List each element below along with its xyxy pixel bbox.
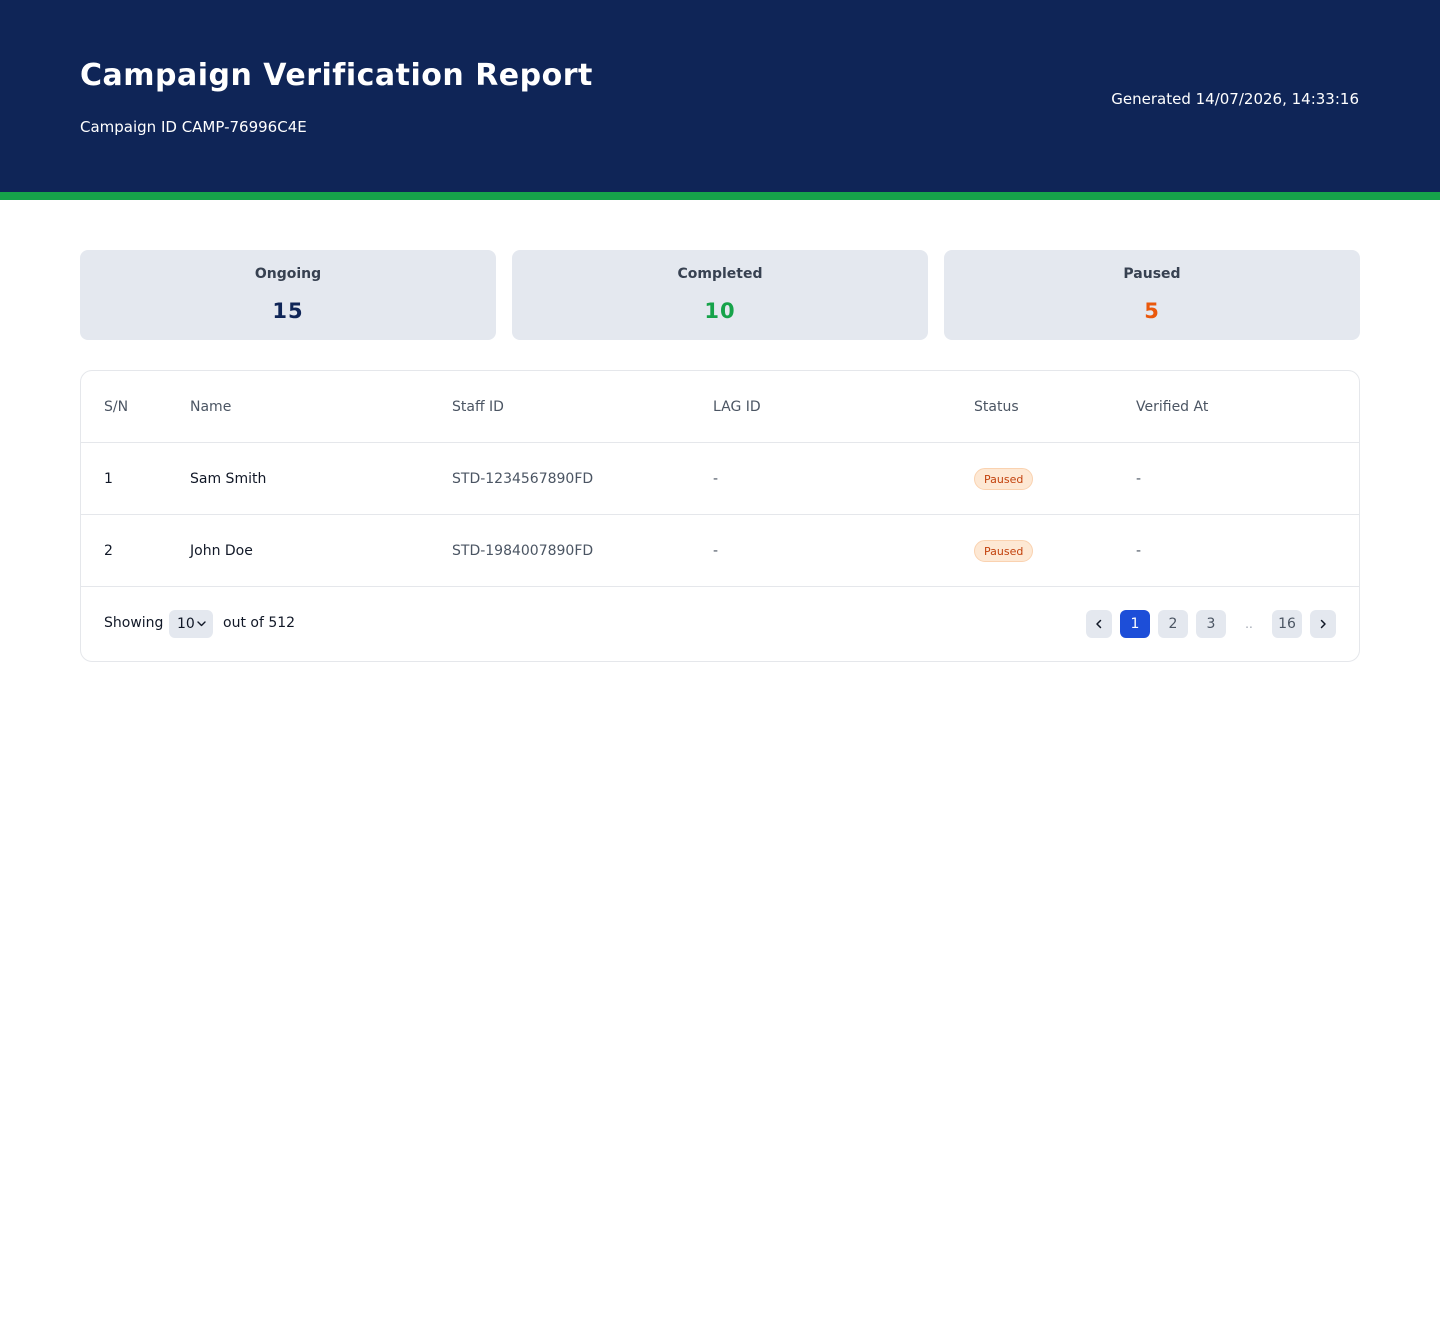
page-button-1[interactable]: 1 [1120, 610, 1150, 638]
page-title: Campaign Verification Report [80, 58, 593, 93]
row-sn: 1 [104, 471, 113, 487]
campaign-id: Campaign ID CAMP-76996C4E [80, 118, 307, 136]
row-status: Paused [974, 515, 1034, 587]
status-badge: Paused [974, 540, 1034, 562]
report-header: Campaign Verification Report Campaign ID… [0, 0, 1440, 192]
stat-value-completed: 10 [704, 299, 736, 323]
generated-timestamp: Generated 14/07/2026, 14:33:16 [1111, 90, 1359, 108]
chevron-right-icon [1319, 619, 1327, 642]
stat-label-completed: Completed [677, 266, 763, 282]
row-status: Paused [974, 443, 1034, 515]
row-sn: 2 [104, 543, 113, 559]
row-lag-id: - [713, 543, 719, 559]
row-verified-at: - [1136, 543, 1142, 559]
page-button-2[interactable]: 2 [1158, 610, 1188, 638]
column-header-sn[interactable]: S/N [104, 371, 128, 443]
status-badge: Paused [974, 468, 1034, 490]
chevron-left-icon [1095, 619, 1103, 642]
next-page-button[interactable] [1310, 610, 1336, 638]
stat-card-completed: Completed 10 [512, 250, 928, 340]
table-header-row: S/N Name Staff ID LAG ID Status Verified… [81, 371, 1359, 443]
verification-table: S/N Name Staff ID LAG ID Status Verified… [80, 370, 1360, 662]
pagination-bar: Showing 10 out of 512 1 2 3 .. 16 [81, 587, 1359, 661]
chevron-down-icon [197, 610, 206, 650]
page-button-3[interactable]: 3 [1196, 610, 1226, 638]
column-header-verified-at[interactable]: Verified At [1136, 371, 1208, 443]
stat-label-paused: Paused [1123, 266, 1181, 282]
column-header-staff-id[interactable]: Staff ID [452, 371, 504, 443]
stat-label-ongoing: Ongoing [254, 266, 322, 282]
page-button-16[interactable]: 16 [1272, 610, 1302, 638]
prev-page-button[interactable] [1086, 610, 1112, 638]
row-name: John Doe [190, 543, 253, 559]
row-staff-id: STD-1234567890FD [452, 471, 594, 487]
stat-value-ongoing: 15 [272, 299, 304, 323]
row-lag-id: - [713, 471, 719, 487]
stat-value-paused: 5 [1144, 299, 1160, 323]
column-header-name[interactable]: Name [190, 371, 231, 443]
stat-card-paused: Paused 5 [944, 250, 1360, 340]
table-row[interactable]: 2 John Doe STD-1984007890FD - Paused - [81, 515, 1359, 587]
pagination-ellipsis: .. [1245, 617, 1253, 631]
showing-label: Showing [104, 615, 164, 631]
column-header-lag-id[interactable]: LAG ID [713, 371, 761, 443]
row-name: Sam Smith [190, 471, 267, 487]
accent-stripe [0, 192, 1440, 200]
column-header-status[interactable]: Status [974, 371, 1019, 443]
stat-card-ongoing: Ongoing 15 [80, 250, 496, 340]
page-size-value: 10 [177, 616, 195, 632]
table-row[interactable]: 1 Sam Smith STD-1234567890FD - Paused - [81, 443, 1359, 515]
row-staff-id: STD-1984007890FD [452, 543, 594, 559]
row-verified-at: - [1136, 471, 1142, 487]
page-size-select[interactable]: 10 [169, 610, 213, 638]
total-count: out of 512 [223, 615, 296, 631]
